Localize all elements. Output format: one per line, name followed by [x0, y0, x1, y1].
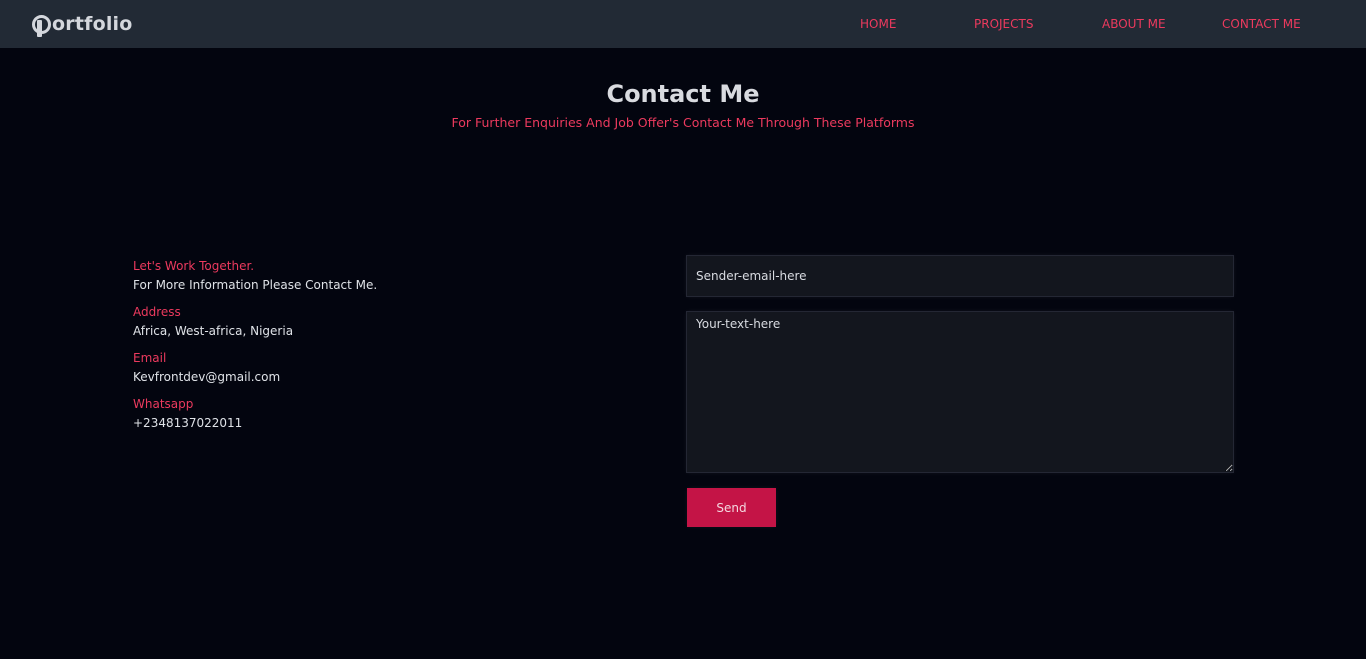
whatsapp-value: +2348137022011 [133, 416, 243, 430]
address-value: Africa, West-africa, Nigeria [133, 324, 294, 338]
nav-link-contact-me[interactable]: CONTACT ME [1222, 17, 1301, 31]
portfolio-logo[interactable]: ortfolio [32, 12, 133, 37]
address-label: Address [133, 305, 181, 319]
whatsapp-label: Whatsapp [133, 397, 194, 411]
page-title: Contact Me [606, 80, 760, 108]
email-label: Email [133, 351, 167, 365]
sender-email-input[interactable] [686, 255, 1234, 297]
navbar: ortfolio HOME PROJECTS ABOUT ME CONTACT … [0, 0, 1366, 48]
nav-link-home[interactable]: HOME [860, 17, 896, 31]
more-information-text: For More Information Please Contact Me. [133, 278, 378, 292]
portfolio-p-logo-icon [32, 15, 51, 37]
work-together-label: Let's Work Together. [133, 259, 255, 273]
contact-info: Let's Work Together. For More Informatio… [133, 257, 533, 441]
page-subtitle: For Further Enquiries And Job Offer's Co… [451, 115, 915, 130]
nav-link-about-me[interactable]: ABOUT ME [1102, 17, 1166, 31]
nav-link-projects[interactable]: PROJECTS [974, 17, 1033, 31]
send-button[interactable]: Send [687, 488, 776, 527]
logo-text: ortfolio [52, 13, 133, 35]
email-value: Kevfrontdev@gmail.com [133, 370, 281, 384]
message-textarea[interactable] [686, 311, 1234, 473]
